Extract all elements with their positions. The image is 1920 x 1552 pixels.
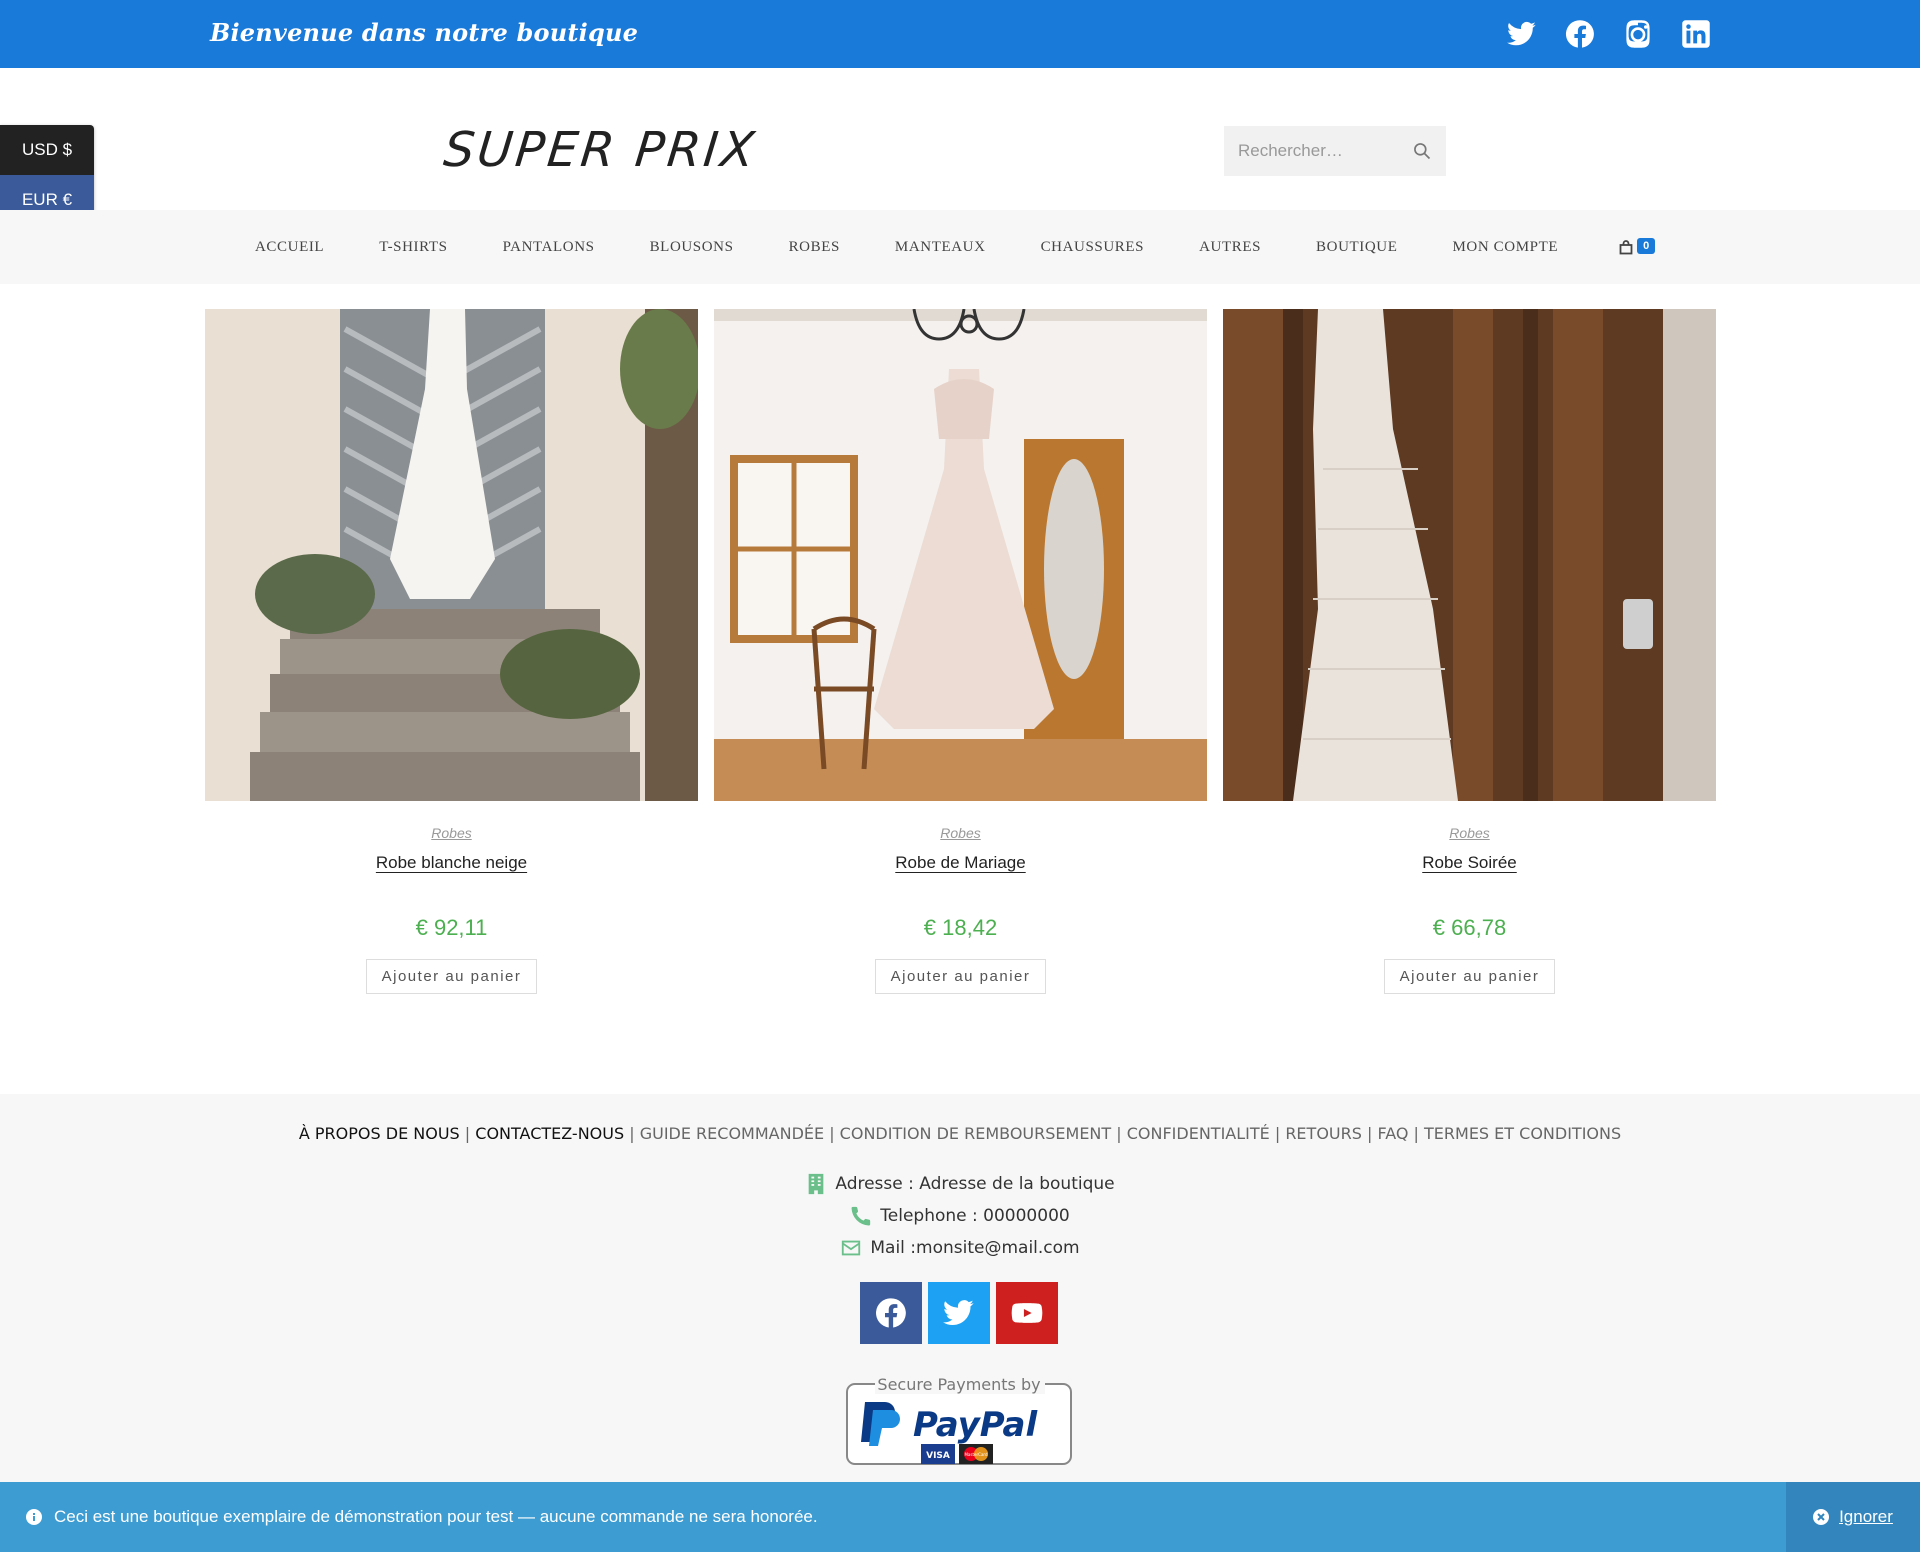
add-to-cart-button[interactable]: Ajouter au panier: [365, 959, 538, 994]
mail-text[interactable]: Mail :monsite@mail.com: [870, 1238, 1079, 1258]
product-card: Robes Robe de Mariage € 18,42 Ajouter au…: [714, 309, 1207, 994]
shopping-bag-icon: [1619, 240, 1633, 255]
dismiss-label[interactable]: Ignorer: [1839, 1507, 1893, 1527]
product-image-wedding-dress[interactable]: [714, 309, 1207, 801]
youtube-button[interactable]: [996, 1282, 1058, 1344]
footer: À PROPOS DE NOUS | CONTACTEZ-NOUS | GUID…: [0, 1094, 1920, 1484]
nav-item-blousons[interactable]: BLOUSONS: [650, 239, 734, 256]
footer-link-returns[interactable]: RETOURS: [1285, 1124, 1362, 1143]
product-name[interactable]: Robe de Mariage: [714, 853, 1207, 873]
product-grid: Robes Robe blanche neige € 92,11 Ajouter…: [205, 309, 1716, 994]
building-icon: [809, 1173, 824, 1195]
visa-card-label: VISA: [926, 1451, 950, 1461]
currency-usd[interactable]: USD $: [0, 125, 94, 175]
contact-info: Adresse : Adresse de la boutique Telepho…: [0, 1168, 1920, 1264]
cart-button[interactable]: 0: [1618, 238, 1656, 255]
twitter-icon: [943, 1300, 974, 1325]
search-box[interactable]: Rechercher…: [1224, 126, 1446, 176]
notice-message: Ceci est une boutique exemplaire de démo…: [54, 1507, 818, 1526]
paypal-top-text: Secure Payments by: [877, 1375, 1040, 1394]
nav-item-chaussures[interactable]: CHAUSSURES: [1041, 239, 1145, 256]
demo-store-notice: Ceci est une boutique exemplaire de démo…: [0, 1482, 1920, 1552]
nav-item-manteaux[interactable]: MANTEAUX: [895, 239, 986, 256]
product-category[interactable]: Robes: [1223, 825, 1716, 841]
footer-link-guide[interactable]: GUIDE RECOMMANDÉE: [640, 1124, 824, 1143]
footer-link-privacy[interactable]: CONFIDENTIALITÉ: [1127, 1124, 1270, 1143]
search-icon[interactable]: [1412, 141, 1432, 161]
product-category[interactable]: Robes: [205, 825, 698, 841]
nav-item-autres[interactable]: AUTRES: [1199, 239, 1261, 256]
mastercard-card-label: MasterCard: [964, 1452, 987, 1457]
twitter-icon[interactable]: [1506, 18, 1538, 50]
product-name[interactable]: Robe Soirée: [1223, 853, 1716, 873]
site-logo[interactable]: SUPER PRIX: [441, 122, 760, 178]
add-to-cart-button[interactable]: Ajouter au panier: [1383, 959, 1556, 994]
twitter-button[interactable]: [928, 1282, 990, 1344]
top-social-links: [1506, 18, 1712, 50]
footer-link-about[interactable]: À PROPOS DE NOUS: [299, 1124, 460, 1143]
product-card: Robes Robe Soirée € 66,78 Ajouter au pan…: [1223, 309, 1716, 994]
paypal-secure-badge: Secure Payments by PayPal VISA MasterCar…: [845, 1372, 1073, 1468]
info-icon: [26, 1509, 42, 1525]
youtube-icon: [1011, 1303, 1043, 1323]
product-category[interactable]: Robes: [714, 825, 1207, 841]
footer-link-faq[interactable]: FAQ: [1377, 1124, 1408, 1143]
footer-links: À PROPOS DE NOUS | CONTACTEZ-NOUS | GUID…: [298, 1124, 1622, 1143]
product-price: € 92,11: [415, 915, 488, 940]
nav-item-accueil[interactable]: ACCUEIL: [255, 239, 324, 256]
phone-icon: [851, 1206, 871, 1226]
close-icon: [1813, 1509, 1830, 1525]
instagram-icon[interactable]: [1622, 18, 1654, 50]
product-image-dress-on-steps[interactable]: [205, 309, 698, 801]
facebook-icon[interactable]: [1564, 18, 1596, 50]
nav-item-tshirts[interactable]: T-SHIRTS: [379, 239, 447, 256]
linkedin-icon[interactable]: [1680, 18, 1712, 50]
nav-item-boutique[interactable]: BOUTIQUE: [1316, 239, 1397, 256]
main-nav: ACCUEIL T-SHIRTS PANTALONS BLOUSONS ROBE…: [0, 210, 1920, 284]
nav-item-pantalons[interactable]: PANTALONS: [503, 239, 595, 256]
footer-link-terms[interactable]: TERMES ET CONDITIONS: [1424, 1124, 1621, 1143]
product-card: Robes Robe blanche neige € 92,11 Ajouter…: [205, 309, 698, 994]
product-image-evening-dress[interactable]: [1223, 309, 1716, 801]
paypal-brand: PayPal: [913, 1405, 1038, 1445]
product-name[interactable]: Robe blanche neige: [205, 853, 698, 873]
cart-count-badge: 0: [1637, 238, 1656, 254]
top-bar: Bienvenue dans notre boutique: [0, 0, 1920, 68]
search-input[interactable]: Rechercher…: [1238, 141, 1412, 161]
facebook-button[interactable]: [860, 1282, 922, 1344]
dismiss-notice-button[interactable]: Ignorer: [1786, 1482, 1920, 1552]
welcome-text: Bienvenue dans notre boutique: [210, 18, 639, 47]
mail-icon: [842, 1240, 861, 1256]
add-to-cart-button[interactable]: Ajouter au panier: [874, 959, 1047, 994]
product-price: € 18,42: [923, 915, 998, 940]
address-text: Adresse : Adresse de la boutique: [835, 1174, 1115, 1194]
nav-item-robes[interactable]: ROBES: [789, 239, 840, 256]
phone-text: Telephone : 00000000: [880, 1206, 1070, 1226]
footer-social-links: [860, 1282, 1058, 1344]
footer-link-refund[interactable]: CONDITION DE REMBOURSEMENT: [840, 1124, 1112, 1143]
product-price: € 66,78: [1432, 915, 1507, 940]
facebook-icon: [876, 1298, 906, 1328]
footer-link-contact[interactable]: CONTACTEZ-NOUS: [475, 1124, 624, 1143]
nav-item-mon-compte[interactable]: MON COMPTE: [1453, 239, 1559, 256]
